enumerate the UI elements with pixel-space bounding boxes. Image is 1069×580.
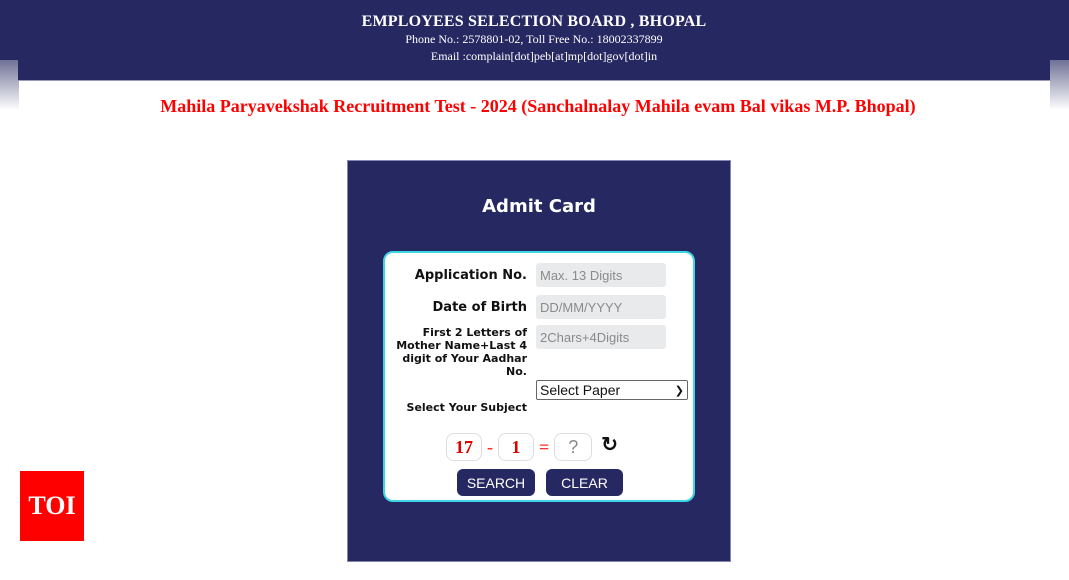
subject-label: Select Your Subject bbox=[406, 401, 527, 414]
captcha-equals: = bbox=[539, 436, 550, 457]
captcha-answer-input[interactable]: ? bbox=[554, 433, 593, 461]
admit-card-form: Application No. Date of Birth First 2 Le… bbox=[383, 251, 695, 502]
label-line: Mother Name+Last 4 bbox=[396, 339, 527, 352]
application-no-label: Application No. bbox=[414, 268, 527, 283]
captcha: 17 - 1 = ? ↻ bbox=[446, 433, 618, 461]
header-side-right bbox=[1050, 0, 1069, 60]
mother-aadhar-input[interactable] bbox=[536, 325, 666, 349]
refresh-icon[interactable]: ↻ bbox=[601, 432, 618, 457]
chevron-down-icon: ❯ bbox=[674, 384, 684, 397]
clear-button[interactable]: CLEAR bbox=[546, 469, 623, 496]
email-line: Email :complain[dot]peb[at]mp[dot]gov[do… bbox=[430, 49, 658, 63]
search-button[interactable]: SEARCH bbox=[457, 469, 535, 496]
subject-selected-value: Select Paper bbox=[540, 382, 621, 398]
header-side-left bbox=[0, 0, 19, 60]
captcha-operand-b: 1 bbox=[498, 433, 534, 461]
dob-label: Date of Birth bbox=[432, 300, 527, 315]
admit-card-panel: Admit Card Application No. Date of Birth… bbox=[347, 160, 731, 562]
captcha-operand-a: 17 bbox=[446, 433, 482, 461]
captcha-operator: - bbox=[487, 436, 493, 457]
site-header: EMPLOYEES SELECTION BOARD , BHOPAL Phone… bbox=[18, 0, 1050, 81]
mother-aadhar-label: First 2 Letters of Mother Name+Last 4 di… bbox=[396, 326, 527, 378]
dob-input[interactable] bbox=[536, 295, 666, 319]
exam-title: Mahila Paryavekshak Recruitment Test - 2… bbox=[160, 96, 916, 116]
card-title: Admit Card bbox=[482, 196, 596, 217]
toi-logo: TOI bbox=[20, 471, 84, 541]
phone-line: Phone No.: 2578801-02, Toll Free No.: 18… bbox=[405, 32, 663, 46]
subject-select[interactable]: Select Paper ❯ bbox=[536, 380, 688, 400]
label-line: First 2 Letters of bbox=[422, 326, 527, 339]
application-no-input[interactable] bbox=[536, 263, 666, 287]
org-name: EMPLOYEES SELECTION BOARD , BHOPAL bbox=[361, 13, 707, 30]
label-line: No. bbox=[506, 365, 527, 378]
label-line: digit of Your Aadhar bbox=[402, 352, 527, 365]
